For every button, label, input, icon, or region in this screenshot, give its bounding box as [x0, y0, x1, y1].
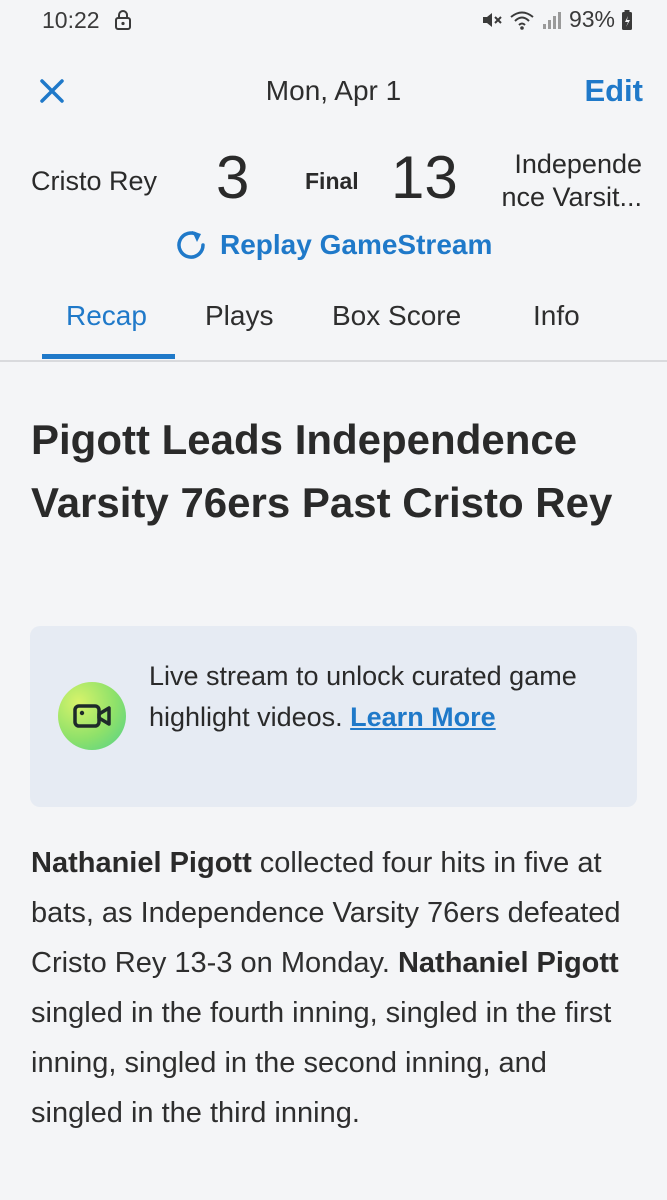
header: Mon, Apr 1 Edit: [0, 60, 667, 124]
home-team-score: 3: [216, 144, 250, 211]
wifi-icon: [510, 11, 534, 30]
active-tab-indicator: [42, 354, 175, 359]
tab-info[interactable]: Info: [533, 300, 580, 332]
game-date: Mon, Apr 1: [265, 75, 402, 106]
video-camera-icon: [58, 682, 126, 750]
article-title: Pigott Leads Independence Varsity 76ers …: [31, 416, 613, 526]
live-stream-promo-card: Live stream to unlock curated game highl…: [30, 626, 637, 807]
player-name: Nathaniel Pigott: [31, 847, 252, 879]
away-team-name-line1: Independe: [514, 149, 642, 179]
edit-button[interactable]: Edit: [584, 73, 643, 109]
status-icons: 93%: [481, 6, 633, 33]
home-team-name: Cristo Rey: [31, 166, 158, 196]
status-time: 10:22: [42, 7, 100, 33]
battery-percent: 93%: [568, 6, 615, 32]
away-team-name-line2: nce Varsit...: [501, 182, 642, 212]
replay-gamestream-link[interactable]: Replay GameStream: [172, 226, 492, 264]
tab-box-score[interactable]: Box Score: [332, 300, 461, 332]
signal-icon: [542, 11, 561, 29]
player-name: Nathaniel Pigott: [397, 947, 619, 979]
article-body: Nathaniel Pigott collected four hits in …: [31, 838, 646, 1138]
game-status: Final: [305, 168, 359, 194]
learn-more-link[interactable]: Learn More: [350, 702, 496, 732]
body-text: singled in the fourth inning, singled in…: [31, 997, 612, 1129]
replay-icon: [177, 231, 205, 259]
away-team-name: Independe nce Varsit...: [472, 148, 642, 214]
status-bar: 10:22 93%: [0, 0, 667, 44]
tab-plays[interactable]: Plays: [205, 300, 273, 332]
promo-text-block: Live stream to unlock curated game highl…: [149, 656, 589, 738]
replay-gamestream-label: Replay GameStream: [220, 229, 493, 260]
tab-recap[interactable]: Recap: [66, 300, 147, 332]
mute-icon: [482, 12, 502, 27]
away-team-score: 13: [391, 144, 458, 211]
tab-bar: Recap Plays Box Score Info: [0, 290, 667, 362]
battery-icon: [622, 9, 632, 30]
lock-icon: [115, 10, 131, 30]
scoreboard: Cristo Rey 3 Final 13 Independe nce Vars…: [0, 140, 667, 230]
